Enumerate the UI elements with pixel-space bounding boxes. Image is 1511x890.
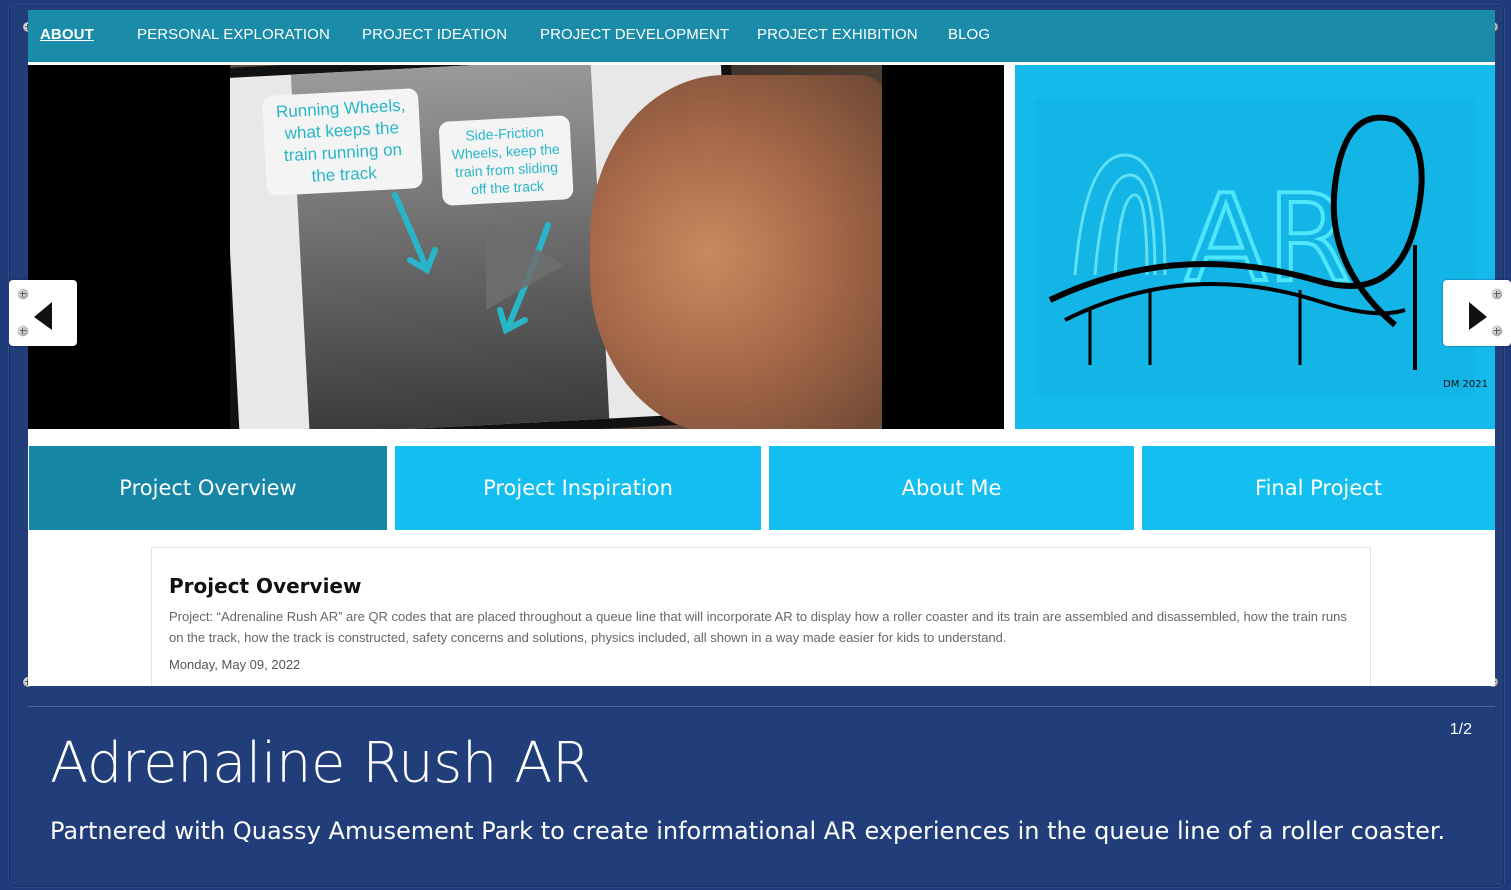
overview-title: Project Overview bbox=[169, 574, 362, 598]
overview-panel: Project Overview Project: “Adrenaline Ru… bbox=[151, 547, 1371, 686]
nav-item-about[interactable]: ABOUT bbox=[40, 26, 94, 43]
coaster-drawing: AR DM 2021 bbox=[1035, 100, 1488, 395]
art-signature: DM 2021 bbox=[1443, 379, 1488, 390]
website-screenshot: ABOUT PERSONAL EXPLORATION PROJECT IDEAT… bbox=[28, 10, 1495, 686]
top-navigation: ABOUT PERSONAL EXPLORATION PROJECT IDEAT… bbox=[28, 10, 1495, 64]
left-arrow-icon bbox=[34, 302, 52, 330]
roller-coaster-art: AR DM 2021 bbox=[1015, 65, 1495, 429]
slide-subtitle: Partnered with Quassy Amusement Park to … bbox=[50, 817, 1446, 845]
nav-item-project-development[interactable]: PROJECT DEVELOPMENT bbox=[540, 26, 729, 43]
nav-item-project-exhibition[interactable]: PROJECT EXHIBITION bbox=[757, 26, 918, 43]
tab-bar: Project Overview Project Inspiration Abo… bbox=[28, 446, 1495, 530]
overview-body: Project: “Adrenaline Rush AR” are QR cod… bbox=[169, 609, 1347, 645]
next-slide-button[interactable] bbox=[1443, 280, 1511, 346]
tab-project-inspiration[interactable]: Project Inspiration bbox=[395, 446, 761, 530]
slide-title: Adrenaline Rush AR bbox=[50, 731, 591, 796]
tab-final-project[interactable]: Final Project bbox=[1142, 446, 1495, 530]
video-player[interactable]: Running Wheels, what keeps the train run… bbox=[28, 65, 1004, 429]
tab-about-me[interactable]: About Me bbox=[769, 446, 1134, 530]
nav-item-blog[interactable]: BLOG bbox=[948, 26, 990, 43]
slide-caption: 1/2 Adrenaline Rush AR Partnered with Qu… bbox=[28, 706, 1495, 883]
nav-item-personal-exploration[interactable]: PERSONAL EXPLORATION bbox=[137, 26, 330, 43]
tab-project-overview[interactable]: Project Overview bbox=[29, 446, 387, 530]
nav-item-project-ideation[interactable]: PROJECT IDEATION bbox=[362, 26, 507, 43]
overview-date: Monday, May 09, 2022 bbox=[169, 657, 301, 672]
play-icon[interactable] bbox=[486, 220, 564, 310]
right-arrow-icon bbox=[1469, 302, 1487, 330]
prev-slide-button[interactable] bbox=[9, 280, 77, 346]
slide-counter: 1/2 bbox=[1449, 721, 1472, 738]
